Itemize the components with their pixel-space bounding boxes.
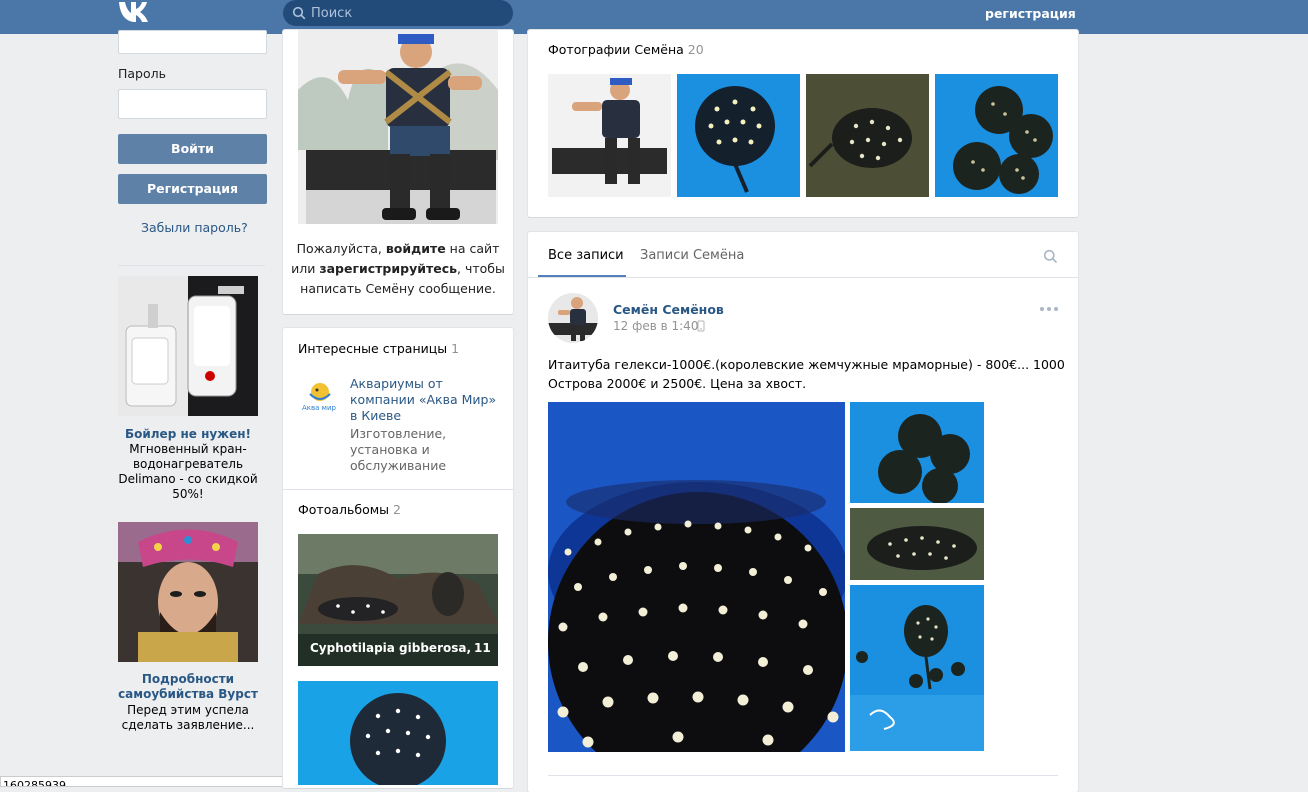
aqua-mir-logo-icon[interactable]: Аква мир — [300, 374, 340, 414]
tab-owner-posts[interactable]: Записи Семёна — [640, 248, 744, 263]
middle-divider — [283, 489, 513, 490]
svg-text:Аква мир: Аква мир — [302, 404, 336, 412]
vk-logo-icon[interactable] — [118, 0, 152, 26]
search-placeholder[interactable]: Поиск — [311, 6, 352, 21]
tab-all-posts[interactable]: Все записи — [548, 248, 624, 263]
password-label: Пароль — [118, 66, 166, 81]
post-image-4[interactable] — [850, 585, 984, 751]
login-prompt: Пожалуйста, войдите на сайт или зарегист… — [291, 241, 505, 296]
ad-boiler-title[interactable]: Бойлер не нужен! — [118, 427, 258, 441]
album-cyphotilapia-count: 11 — [474, 641, 491, 655]
status-text: 160285939 — [3, 779, 66, 787]
post-date[interactable]: 12 фев в 1:40 — [613, 319, 698, 333]
post-more-icon[interactable] — [1039, 306, 1059, 312]
album-stingray-cover[interactable] — [298, 681, 498, 785]
post-author-name[interactable]: Семён Семёнов — [613, 302, 724, 317]
aqua-mir-link[interactable]: Аквариумы от компании «Аква Мир» в Киеве — [350, 376, 496, 424]
aqua-mir-description: Изготовление, установка и обслуживание — [350, 426, 447, 473]
ad-boiler-text: Мгновенный кран- водонагреватель Deliman… — [118, 442, 258, 501]
post-divider — [548, 775, 1058, 776]
ad-wurst-text: Перед этим успела сделать заявление... — [121, 703, 255, 732]
photo-thumb-3[interactable] — [806, 74, 929, 197]
left-divider — [118, 265, 265, 266]
password-field[interactable] — [118, 89, 267, 119]
search-icon — [292, 6, 306, 20]
ad-boiler-image[interactable] — [118, 276, 258, 416]
ad-wurst-image[interactable] — [118, 522, 258, 662]
top-header — [0, 0, 1308, 34]
mobile-device-icon — [697, 320, 705, 332]
interesting-pages-header[interactable]: Интересные страницы 1 — [298, 341, 459, 356]
photo-thumb-1[interactable] — [548, 74, 671, 197]
album-cyphotilapia-title[interactable]: Cyphotilapia gibberosa,... — [310, 641, 470, 655]
register-link[interactable]: регистрация — [985, 6, 1076, 21]
ad-wurst-title[interactable]: Подробности самоубийства Вурст — [118, 672, 258, 702]
email-field[interactable] — [118, 30, 267, 54]
tabs-divider — [528, 277, 1078, 278]
register-inline-link[interactable]: зарегистрируйтесь — [319, 261, 457, 276]
photos-header[interactable]: Фотографии Семёна 20 — [548, 42, 704, 57]
post-image-3[interactable] — [850, 508, 984, 580]
post-text: Итаитуба гелекси-1000€.(королевские жемч… — [548, 357, 1065, 391]
post-image-2[interactable] — [850, 402, 984, 503]
albums-header[interactable]: Фотоальбомы 2 — [298, 502, 401, 517]
photo-thumb-4[interactable] — [935, 74, 1058, 197]
register-button[interactable]: Регистрация — [118, 174, 267, 204]
photo-thumb-2[interactable] — [677, 74, 800, 197]
login-button[interactable]: Войти — [118, 134, 267, 164]
post-image-main[interactable] — [548, 402, 845, 752]
post-author-avatar[interactable] — [548, 293, 598, 343]
forgot-password-link[interactable]: Забыли пароль? — [141, 220, 248, 235]
wall-search-icon[interactable] — [1043, 249, 1058, 264]
profile-photo[interactable] — [298, 30, 498, 224]
login-inline-link[interactable]: войдите — [386, 241, 446, 256]
